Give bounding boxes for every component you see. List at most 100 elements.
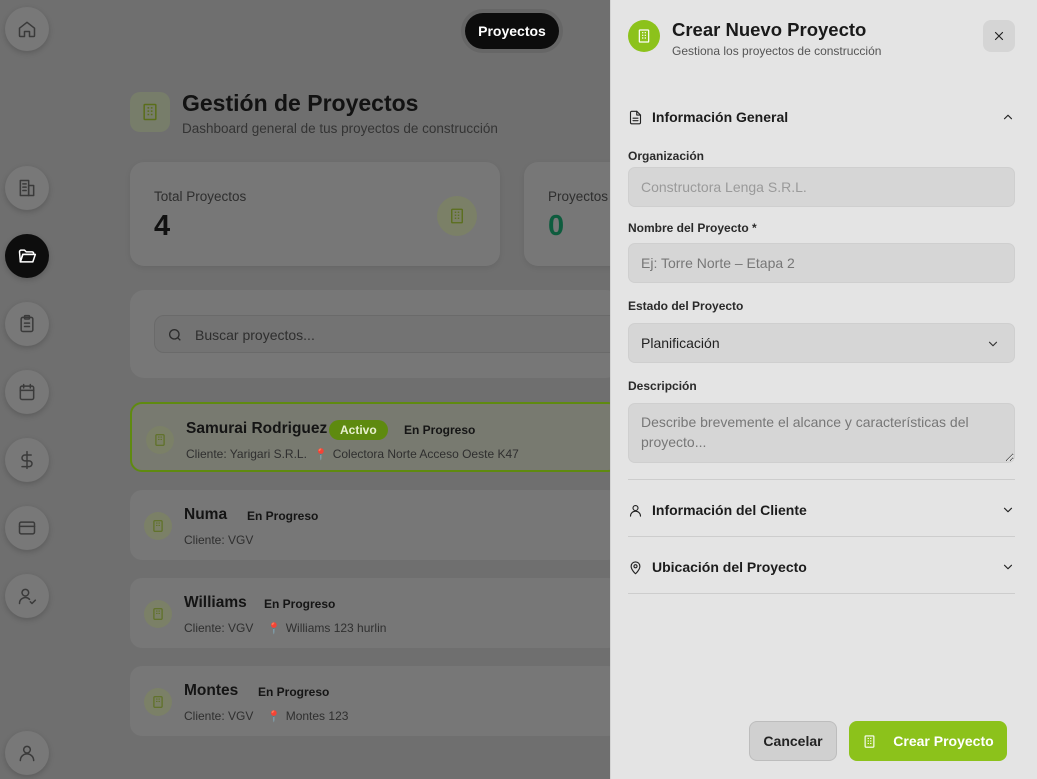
project-card[interactable]: Williams En Progreso Cliente: VGV 📍 Willi… bbox=[130, 578, 620, 648]
clipboard-icon bbox=[20, 314, 34, 333]
project-location: 📍 Montes 123 bbox=[267, 709, 349, 723]
stat-value: 0 bbox=[548, 210, 565, 242]
project-location: 📍 Williams 123 hurlin bbox=[267, 621, 387, 635]
page-title: Gestión de Proyectos bbox=[182, 90, 419, 116]
close-button[interactable] bbox=[983, 20, 1015, 52]
chevron-up-icon bbox=[1003, 114, 1013, 120]
divider bbox=[628, 536, 1015, 537]
calendar-nav-button[interactable] bbox=[5, 370, 49, 414]
project-name: Montes bbox=[184, 682, 239, 699]
credit-card-icon bbox=[18, 521, 36, 535]
stat-value: 4 bbox=[154, 210, 171, 242]
building-icon bbox=[143, 103, 157, 121]
page-subtitle: Dashboard general de tus proyectos de co… bbox=[182, 121, 498, 136]
project-badge bbox=[146, 426, 174, 454]
user-icon bbox=[19, 745, 35, 762]
profile-nav-button[interactable] bbox=[5, 731, 49, 775]
section-label: Información General bbox=[652, 109, 789, 125]
user-icon bbox=[629, 504, 642, 517]
drawer-subtitle: Gestiona los proyectos de construcción bbox=[672, 44, 882, 58]
project-client: Cliente: VGV bbox=[184, 621, 254, 635]
search-placeholder: Buscar proyectos... bbox=[195, 327, 315, 343]
home-icon bbox=[18, 21, 36, 38]
status-badge-active: Activo bbox=[329, 420, 388, 440]
building-icon bbox=[153, 520, 163, 532]
organization-field bbox=[628, 167, 1015, 207]
project-badge bbox=[144, 512, 172, 540]
projects-nav-button[interactable] bbox=[5, 234, 49, 278]
search-input[interactable]: Buscar proyectos... bbox=[154, 315, 634, 353]
project-client: Cliente: VGV bbox=[184, 709, 254, 723]
drawer-logo-badge bbox=[628, 20, 660, 52]
building-icon bbox=[19, 179, 35, 197]
description-label: Descripción bbox=[628, 379, 697, 393]
project-status: En Progreso bbox=[258, 685, 330, 699]
create-project-button[interactable]: Crear Proyecto bbox=[849, 721, 1007, 761]
project-client: Cliente: Yarigari S.R.L. bbox=[186, 447, 307, 461]
section-label: Ubicación del Proyecto bbox=[652, 559, 807, 575]
finance-nav-button[interactable] bbox=[5, 438, 49, 482]
building-icon bbox=[155, 434, 165, 446]
project-name: Numa bbox=[184, 506, 228, 523]
create-project-label: Crear Proyecto bbox=[893, 733, 994, 749]
project-name-field[interactable] bbox=[628, 243, 1015, 283]
project-card[interactable]: Numa En Progreso Cliente: VGV bbox=[130, 490, 620, 560]
stat-label: Proyectos bbox=[548, 189, 609, 204]
search-icon bbox=[169, 329, 181, 341]
project-status-select[interactable]: Planificación bbox=[628, 323, 1015, 363]
map-pin-icon: 📍 bbox=[267, 623, 281, 635]
create-project-drawer: Crear Nuevo Proyecto Gestiona los proyec… bbox=[610, 0, 1037, 779]
project-badge bbox=[144, 688, 172, 716]
users-nav-button[interactable] bbox=[5, 574, 49, 618]
chevron-down-icon bbox=[1003, 507, 1013, 513]
description-field[interactable] bbox=[628, 403, 1015, 463]
project-status: En Progreso bbox=[404, 423, 476, 437]
building-icon bbox=[153, 608, 163, 620]
project-name-label: Nombre del Proyecto * bbox=[628, 221, 757, 235]
map-pin-icon: 📍 bbox=[267, 711, 281, 723]
user-check-icon bbox=[18, 588, 37, 605]
project-status: En Progreso bbox=[247, 509, 319, 523]
building-icon bbox=[451, 208, 463, 224]
folder-open-icon bbox=[18, 249, 37, 263]
close-icon bbox=[994, 31, 1004, 41]
map-pin-icon: 📍 bbox=[314, 449, 328, 461]
projects-tab-pill[interactable]: Proyectos bbox=[465, 13, 559, 49]
chevron-down-icon bbox=[1003, 564, 1013, 570]
stat-label: Total Proyectos bbox=[154, 189, 247, 204]
building-icon bbox=[864, 734, 875, 748]
search-card: Buscar proyectos... bbox=[130, 290, 634, 378]
section-location-toggle[interactable]: Ubicación del Proyecto bbox=[628, 555, 1015, 579]
organization-label: Organización bbox=[628, 149, 705, 163]
dollar-icon bbox=[21, 450, 33, 470]
divider bbox=[628, 479, 1015, 480]
project-client: Cliente: VGV bbox=[184, 533, 254, 547]
document-icon bbox=[629, 110, 642, 124]
stat-badge bbox=[437, 196, 477, 236]
project-badge bbox=[144, 600, 172, 628]
cancel-button[interactable]: Cancelar bbox=[749, 721, 837, 761]
home-nav-button[interactable] bbox=[5, 7, 49, 51]
tasks-nav-button[interactable] bbox=[5, 302, 49, 346]
section-client-toggle[interactable]: Información del Cliente bbox=[628, 498, 1015, 522]
project-status: En Progreso bbox=[264, 597, 336, 611]
project-card[interactable]: Montes En Progreso Cliente: VGV 📍 Montes … bbox=[130, 666, 620, 736]
map-pin-icon bbox=[630, 560, 641, 574]
payments-nav-button[interactable] bbox=[5, 506, 49, 550]
section-label: Información del Cliente bbox=[652, 502, 807, 518]
stat-card-second: Proyectos 0 bbox=[524, 162, 624, 266]
project-name: Williams bbox=[184, 594, 247, 611]
project-location: 📍 Colectora Norte Acceso Oeste K47 bbox=[314, 447, 519, 461]
buildings-nav-button[interactable] bbox=[5, 166, 49, 210]
drawer-title: Crear Nuevo Proyecto bbox=[672, 19, 867, 40]
divider bbox=[628, 593, 1015, 594]
project-status-label: Estado del Proyecto bbox=[628, 299, 744, 313]
select-value: Planificación bbox=[641, 335, 720, 351]
chevron-down-icon bbox=[988, 341, 998, 347]
stat-card-total: Total Proyectos 4 bbox=[130, 162, 500, 266]
project-name: Samurai Rodriguez bbox=[186, 420, 328, 437]
calendar-icon bbox=[19, 383, 35, 401]
section-general-toggle[interactable]: Información General bbox=[628, 105, 1015, 129]
building-icon bbox=[638, 29, 650, 43]
project-card[interactable]: Samurai Rodriguez Activo En Progreso Cli… bbox=[130, 402, 620, 472]
